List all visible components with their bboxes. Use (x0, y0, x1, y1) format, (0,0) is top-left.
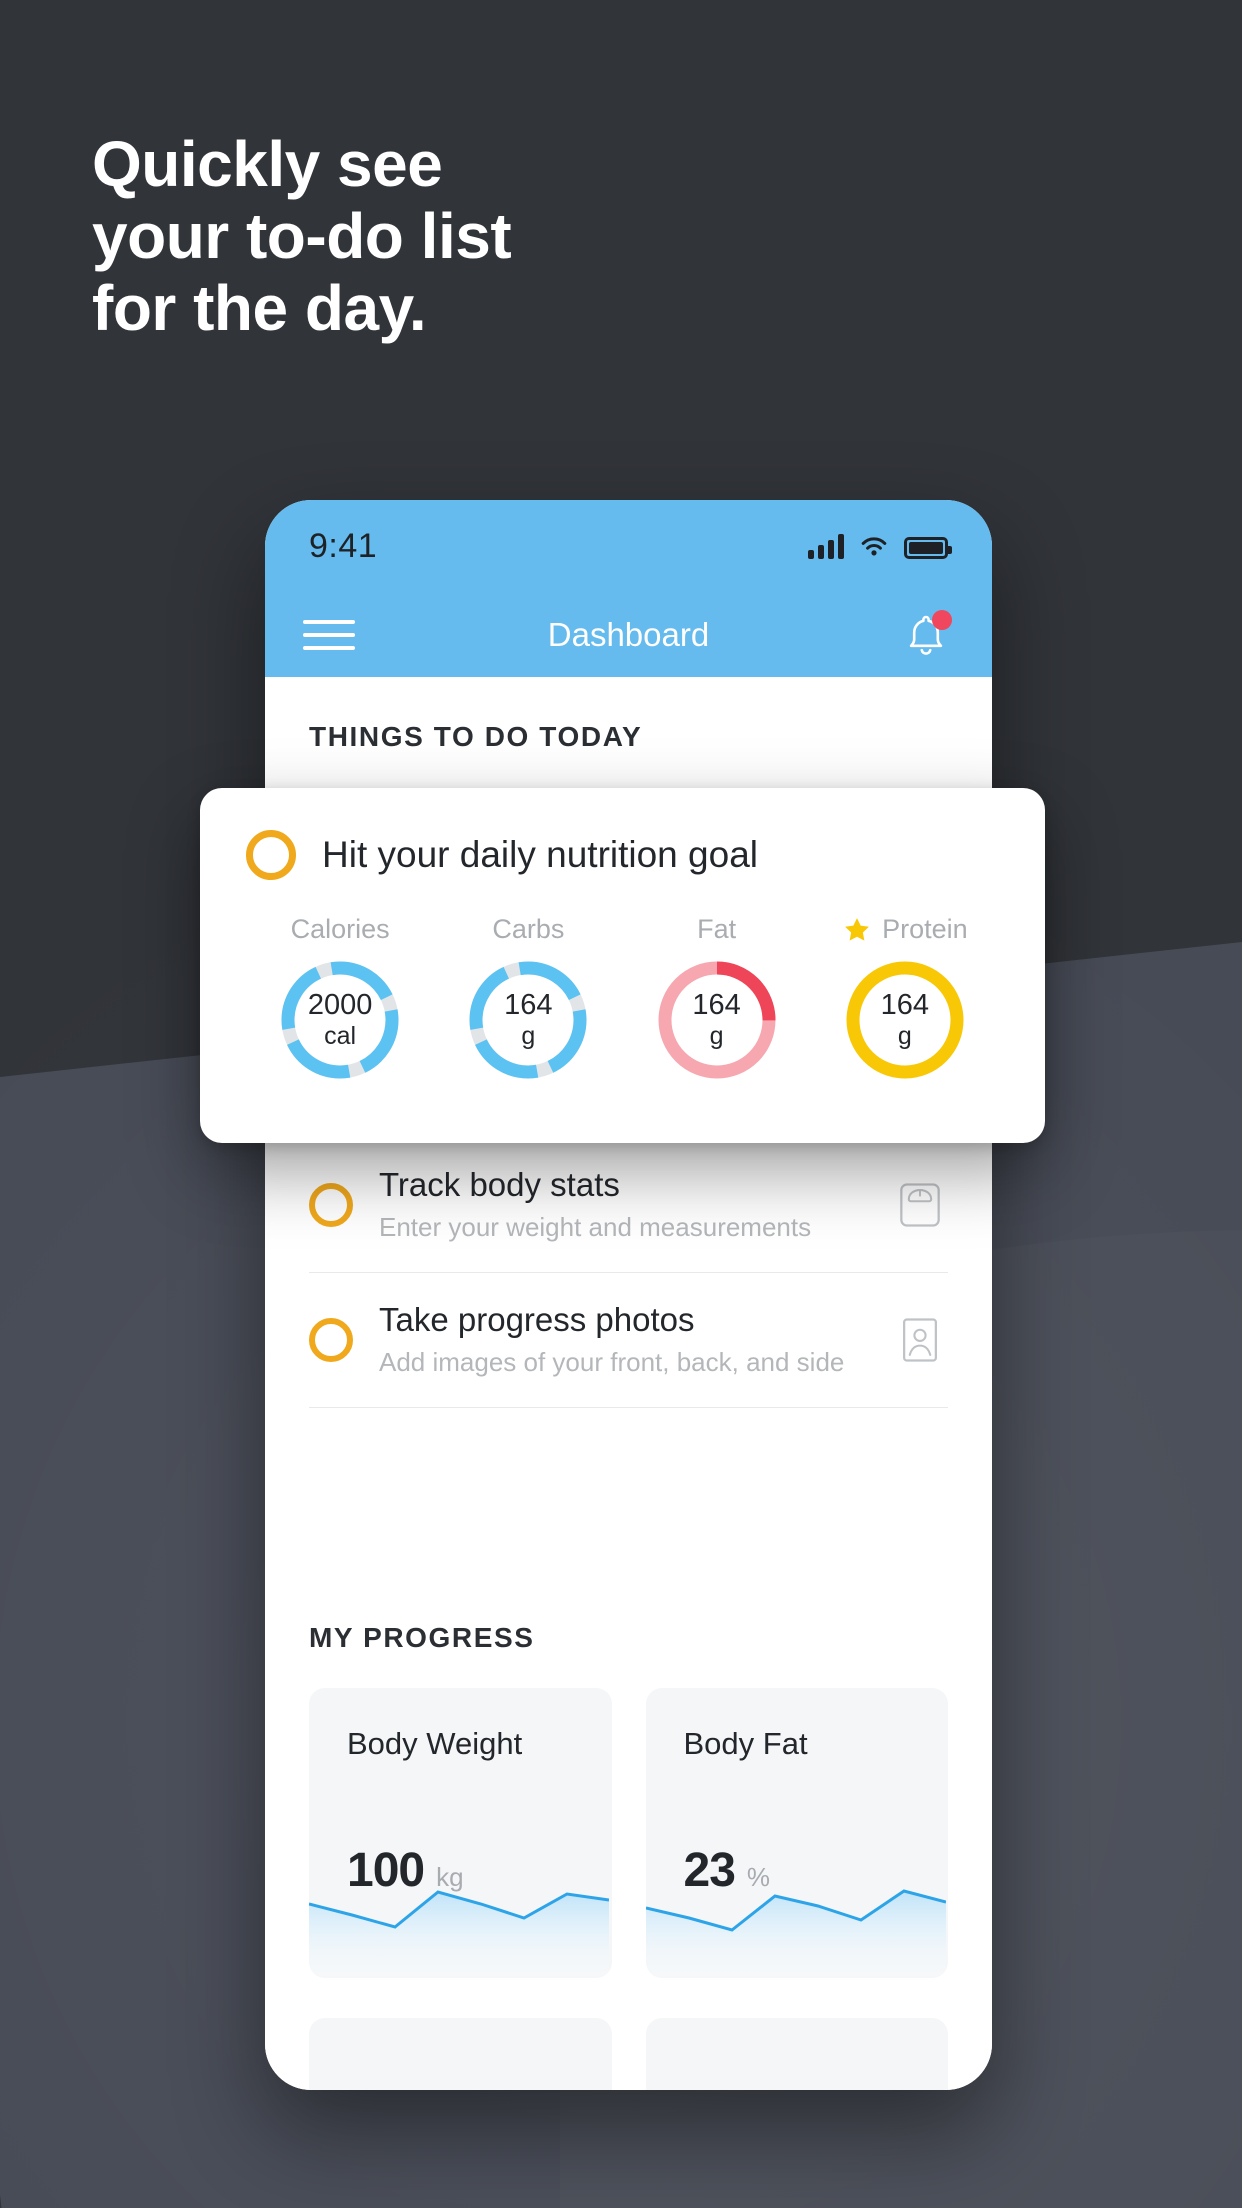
progress-card-title: Body Weight (347, 1726, 523, 1761)
macro-donut-text: 164 g (842, 957, 968, 1083)
app-bar: Dashboard (265, 592, 992, 677)
body-weight-sparkline (309, 1890, 609, 1978)
nutrition-card-header: Hit your daily nutrition goal (246, 830, 999, 880)
macro-carbs[interactable]: Carbs 164 g (434, 914, 622, 1083)
todo-subtitle: Enter your weight and measurements (379, 1212, 812, 1242)
status-bar-indicators (808, 533, 952, 559)
promo-headline-line-3: for the day. (92, 272, 427, 344)
promo-headline-line-2: your to-do list (92, 200, 512, 272)
macro-donut-protein: 164 g (842, 957, 968, 1083)
macro-donut-fat: 164 g (654, 957, 780, 1083)
todo-checkbox-ring[interactable] (309, 1183, 353, 1227)
table-row[interactable]: Track body stats Enter your weight and m… (309, 1138, 948, 1273)
table-row[interactable]: Take progress photos Add images of your … (309, 1273, 948, 1408)
status-bar-clock: 9:41 (309, 526, 378, 565)
macro-donut-text: 2000 cal (277, 957, 403, 1083)
progress-section-heading: MY PROGRESS (309, 1622, 535, 1653)
nutrition-goal-card[interactable]: Hit your daily nutrition goal Calories 2… (200, 788, 1045, 1143)
macro-donut-carbs: 164 g (465, 957, 591, 1083)
todo-text: Track body stats Enter your weight and m… (379, 1164, 892, 1246)
todo-text: Take progress photos Add images of your … (379, 1299, 892, 1381)
macro-label: Carbs (492, 914, 565, 944)
macro-label: Protein (882, 914, 968, 944)
macro-value: 164 (692, 988, 741, 1021)
macro-label-wrap: Protein (811, 914, 999, 945)
status-bar: 9:41 (265, 500, 992, 592)
macro-unit: g (709, 1022, 724, 1051)
macro-donut-calories: 2000 cal (277, 957, 403, 1083)
signal-bars-icon (808, 533, 844, 559)
macro-donut-text: 164 g (654, 957, 780, 1083)
promo-headline-line-1: Quickly see (92, 128, 443, 200)
macro-donut-text: 164 g (465, 957, 591, 1083)
phone-mockup: 9:41 Dashboard THINGS TO DO TODAY Track … (265, 500, 992, 2090)
star-icon (845, 917, 869, 941)
macro-unit: cal (324, 1022, 357, 1051)
todo-checkbox-ring[interactable] (309, 1318, 353, 1362)
macro-calories[interactable]: Calories 2000 cal (246, 914, 434, 1083)
notification-badge (932, 609, 952, 630)
hamburger-menu-icon[interactable] (303, 611, 355, 659)
progress-card-body-fat[interactable]: Body Fat 23 % (645, 1688, 948, 1978)
macro-grid: Calories 2000 cal Carbs 164 g Fat 164 g … (246, 914, 999, 1083)
body-fat-sparkline (645, 1889, 946, 1978)
progress-cards-next-row (309, 2018, 948, 2090)
macro-unit: g (521, 1022, 536, 1051)
todo-title: Take progress photos (379, 1301, 695, 1338)
page-title: Dashboard (547, 615, 710, 653)
macro-value: 164 (504, 988, 553, 1021)
macro-value: 164 (880, 988, 930, 1021)
macro-label: Calories (290, 914, 390, 944)
progress-card-placeholder[interactable] (309, 2018, 612, 2090)
nutrition-card-title: Hit your daily nutrition goal (322, 834, 758, 875)
photo-person-icon (903, 1318, 937, 1362)
macro-fat[interactable]: Fat 164 g (623, 914, 811, 1083)
todo-title: Track body stats (379, 1166, 620, 1203)
promo-headline: Quickly see your to-do list for the day. (92, 128, 512, 344)
macro-protein[interactable]: Protein 164 g (811, 914, 999, 1083)
nutrition-checkbox-ring[interactable] (246, 830, 296, 880)
weight-scale-icon (900, 1183, 940, 1227)
macro-unit: g (897, 1022, 912, 1051)
wifi-icon (861, 537, 887, 556)
macro-label: Fat (697, 914, 737, 944)
todo-section-heading: THINGS TO DO TODAY (309, 721, 643, 752)
todo-subtitle: Add images of your front, back, and side (379, 1347, 845, 1377)
progress-card-title: Body Fat (683, 1726, 808, 1761)
bell-icon[interactable] (898, 607, 954, 663)
progress-card-body-weight[interactable]: Body Weight 100 kg (309, 1688, 612, 1978)
macro-value: 2000 (307, 988, 373, 1021)
progress-card-placeholder[interactable] (645, 2018, 948, 2090)
progress-cards: Body Weight 100 kg Body Fat 23 % (309, 1688, 948, 1978)
battery-full-icon (904, 537, 952, 559)
